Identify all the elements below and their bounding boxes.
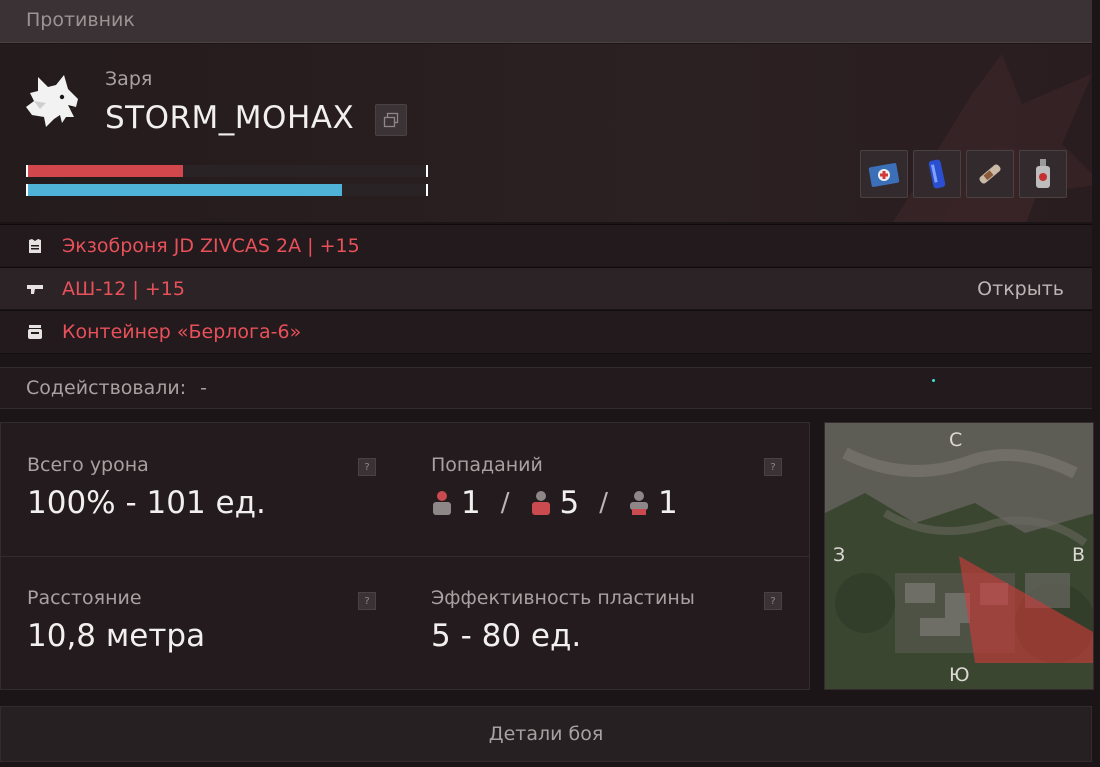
total-damage-label: Всего урона <box>27 454 149 476</box>
body-hit-icon <box>531 491 550 515</box>
copy-icon <box>383 112 399 128</box>
legs-hit-icon <box>630 491 648 515</box>
total-damage-value: 100% - 101 ед. <box>27 485 266 521</box>
syringe-icon <box>979 164 1001 184</box>
armor-bar <box>26 184 428 196</box>
open-weapon-link[interactable]: Открыть <box>977 278 1064 300</box>
battle-details-button[interactable]: Детали боя <box>0 706 1092 762</box>
hits-separator: / <box>500 488 510 518</box>
player-card: Заря STORM_MOHAX <box>0 44 1092 222</box>
assist-value: - <box>200 377 207 399</box>
plate-value: 5 - 80 ед. <box>431 618 582 654</box>
stat-hits: Попаданий 1 / 5 / 1 <box>431 454 698 521</box>
item-slot-battery[interactable] <box>913 150 961 198</box>
stat-distance: Расстояние 10,8 метра <box>27 587 205 654</box>
player-name: STORM_MOHAX <box>105 100 355 136</box>
equipment-row-container[interactable]: Контейнер «Берлога-6» <box>0 310 1092 354</box>
armor-bar-fill <box>28 184 343 196</box>
equipment-row-weapon[interactable]: АШ-12 | +15 Открыть <box>0 267 1092 309</box>
header-title: Противник <box>26 9 135 31</box>
hits-label: Попаданий <box>431 454 543 476</box>
minimap[interactable]: С Ю З В <box>824 422 1094 690</box>
map-east-label: В <box>1072 544 1086 566</box>
distance-label: Расстояние <box>27 587 142 609</box>
stats-panel: Всего урона 100% - 101 ед. ? Попаданий 1… <box>0 422 810 690</box>
copy-name-button[interactable] <box>375 104 407 136</box>
medkit-icon <box>868 163 900 187</box>
hits-body-count: 5 <box>559 485 580 521</box>
map-west-label: З <box>833 544 846 566</box>
map-north-label: С <box>949 429 963 451</box>
battery-icon <box>928 159 946 189</box>
map-south-label: Ю <box>949 664 970 686</box>
item-slot-syringe[interactable] <box>966 150 1014 198</box>
health-bar <box>26 165 428 177</box>
wolf-logo-icon <box>26 75 78 127</box>
container-icon <box>28 325 42 339</box>
player-faction: Заря <box>105 68 153 90</box>
head-hit-icon <box>433 491 451 515</box>
assist-row: Содействовали: - <box>0 367 1092 409</box>
item-slot-bottle[interactable] <box>1019 150 1067 198</box>
container-name: Контейнер «Берлога-6» <box>62 321 302 343</box>
cursor-dot <box>932 379 935 382</box>
hits-head-count: 1 <box>461 485 481 521</box>
quick-items <box>860 150 1067 198</box>
hits-breakdown: 1 / 5 / 1 <box>431 485 698 521</box>
help-icon[interactable]: ? <box>764 458 782 476</box>
plate-label: Эффективность пластины <box>431 587 695 609</box>
equipment-row-armor[interactable]: Экзоброня JD ZIVCAS 2A | +15 <box>0 224 1092 266</box>
bottle-icon <box>1036 159 1050 188</box>
hits-legs-count: 1 <box>658 485 678 521</box>
health-bar-fill <box>28 165 184 177</box>
header-bar: Противник <box>0 0 1092 43</box>
assist-label: Содействовали: <box>26 377 187 399</box>
armor-icon <box>29 238 41 253</box>
weapon-name: АШ-12 | +15 <box>62 277 185 300</box>
stats-divider <box>1 556 809 557</box>
battle-details-label: Детали боя <box>488 723 604 745</box>
gun-icon <box>27 284 43 294</box>
minimap-terrain <box>825 423 1093 689</box>
distance-value: 10,8 метра <box>27 618 206 654</box>
hits-separator: / <box>599 488 608 518</box>
stat-plate-efficiency: Эффективность пластины 5 - 80 ед. <box>431 587 695 654</box>
help-icon[interactable]: ? <box>358 458 376 476</box>
help-icon[interactable]: ? <box>764 592 782 610</box>
item-slot-medkit[interactable] <box>860 150 908 198</box>
stat-total-damage: Всего урона 100% - 101 ед. <box>27 454 266 521</box>
armor-name: Экзоброня JD ZIVCAS 2A | +15 <box>62 234 360 257</box>
help-icon[interactable]: ? <box>358 592 376 610</box>
